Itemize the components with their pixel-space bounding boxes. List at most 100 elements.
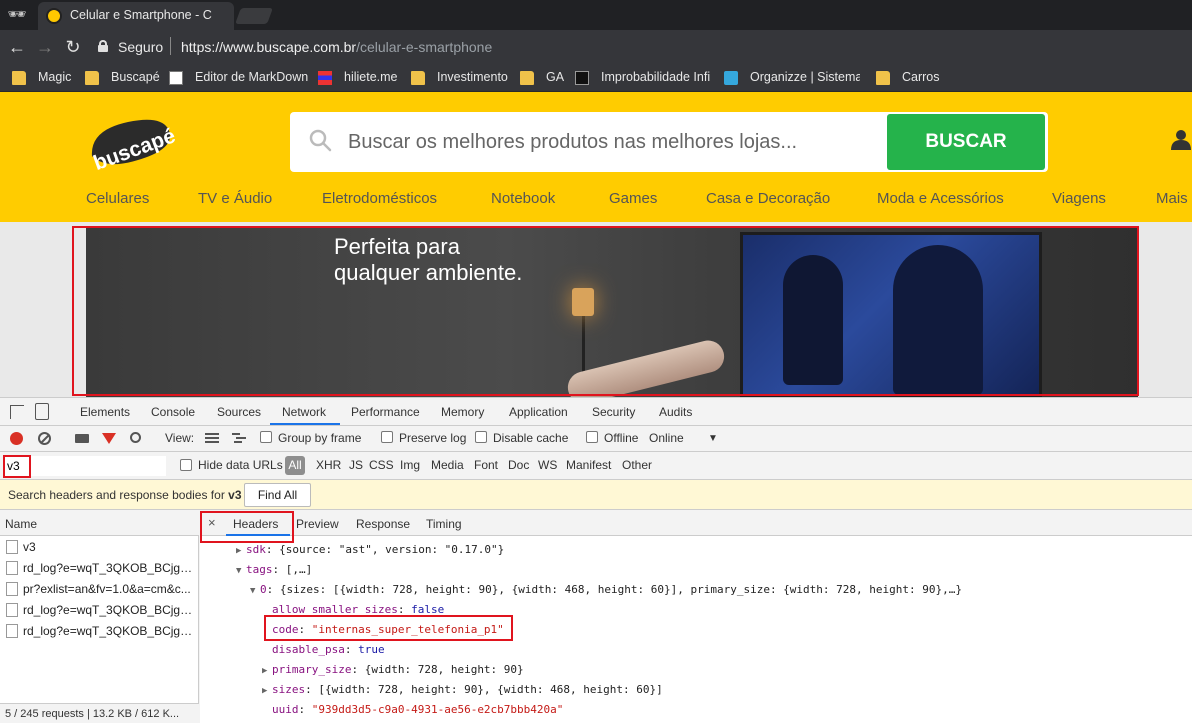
document-icon bbox=[6, 582, 18, 596]
payload-line[interactable]: ▶ sizes: [{width: 728, height: 90}, {widt… bbox=[200, 680, 1192, 700]
devtools-tabbar: Elements Console Sources Network Perform… bbox=[0, 398, 1192, 426]
type-filter-media[interactable]: Media bbox=[431, 458, 464, 472]
new-tab-button[interactable] bbox=[235, 8, 273, 24]
tab-timing[interactable]: Timing bbox=[426, 517, 462, 531]
bookmark-improbabilidade[interactable]: Improbabilidade Infi bbox=[575, 70, 710, 86]
group-by-frame-checkbox[interactable] bbox=[260, 431, 272, 443]
expanded-triangle-icon[interactable]: ▼ bbox=[236, 566, 246, 576]
browser-tab[interactable]: Celular e Smartphone - C bbox=[38, 2, 234, 30]
offline-checkbox[interactable] bbox=[586, 431, 598, 443]
bookmark-organizze[interactable]: Organizze | Sistema bbox=[724, 70, 860, 86]
filter-input[interactable] bbox=[4, 456, 166, 476]
disable-cache-checkbox[interactable] bbox=[475, 431, 487, 443]
find-all-button[interactable]: Find All bbox=[244, 483, 311, 507]
device-toolbar-icon[interactable] bbox=[35, 403, 49, 420]
search-input[interactable] bbox=[348, 122, 868, 162]
type-filter-other[interactable]: Other bbox=[622, 458, 652, 472]
payload-summary: : {sizes: [{width: 728, height: 90}, {wi… bbox=[266, 583, 962, 596]
url-text: https://www.buscape.com.br/celular-e-sma… bbox=[181, 39, 492, 55]
expanded-triangle-icon[interactable]: ▼ bbox=[250, 586, 260, 596]
type-filter-img[interactable]: Img bbox=[400, 458, 420, 472]
tab-security[interactable]: Security bbox=[592, 405, 635, 419]
request-row[interactable]: rd_log?e=wqT_3QKOB_BCjgM... bbox=[0, 621, 199, 642]
detail-tabbar: × Headers Preview Response Timing bbox=[200, 510, 1192, 536]
overview-icon[interactable] bbox=[232, 433, 246, 443]
tab-network[interactable]: Network bbox=[282, 405, 326, 419]
payload-key: allow_smaller_sizes bbox=[272, 603, 398, 616]
throttle-select[interactable]: Online bbox=[649, 431, 684, 445]
type-filter-manifest[interactable]: Manifest bbox=[566, 458, 611, 472]
preserve-log-checkbox[interactable] bbox=[381, 431, 393, 443]
type-filter-js[interactable]: JS bbox=[349, 458, 363, 472]
payload-line[interactable]: ▶ sdk: {source: "ast", version: "0.17.0"} bbox=[200, 540, 1192, 560]
tab-preview[interactable]: Preview bbox=[296, 517, 339, 531]
tab-title: Celular e Smartphone - C bbox=[70, 8, 212, 22]
buscape-logo[interactable]: buscapé bbox=[86, 116, 178, 175]
tab-application[interactable]: Application bbox=[509, 405, 568, 419]
back-icon[interactable]: ← bbox=[6, 36, 28, 58]
type-filter-all[interactable]: All bbox=[285, 456, 305, 475]
tab-memory[interactable]: Memory bbox=[441, 405, 484, 419]
category-casa-decoracao[interactable]: Casa e Decoração bbox=[706, 190, 830, 207]
type-filter-ws[interactable]: WS bbox=[538, 458, 557, 472]
payload-line[interactable]: ▼ 0: {sizes: [{width: 728, height: 90}, {… bbox=[200, 580, 1192, 600]
tab-console[interactable]: Console bbox=[151, 405, 195, 419]
collapsed-triangle-icon[interactable]: ▶ bbox=[236, 546, 246, 556]
request-row[interactable]: v3 bbox=[0, 537, 199, 558]
chevron-down-icon[interactable]: ▼ bbox=[708, 433, 718, 444]
category-games[interactable]: Games bbox=[609, 190, 657, 207]
payload-line: allow_smaller_sizes: false bbox=[200, 600, 1192, 620]
type-filter-doc[interactable]: Doc bbox=[508, 458, 529, 472]
type-filter-xhr[interactable]: XHR bbox=[316, 458, 341, 472]
ad-banner[interactable]: Perfeita para qualquer ambiente. bbox=[86, 226, 1138, 397]
filter-icon[interactable] bbox=[102, 433, 116, 444]
payload-summary: : [{width: 728, height: 90}, {width: 468… bbox=[305, 683, 663, 696]
category-viagens[interactable]: Viagens bbox=[1052, 190, 1106, 207]
collapsed-triangle-icon[interactable]: ▶ bbox=[262, 666, 272, 676]
hide-data-urls-checkbox[interactable] bbox=[180, 459, 192, 471]
tab-audits[interactable]: Audits bbox=[659, 405, 692, 419]
name-column-header[interactable]: Name bbox=[5, 517, 37, 531]
request-row[interactable]: rd_log?e=wqT_3QKOB_BCjgM... bbox=[0, 558, 199, 579]
tab-sources[interactable]: Sources bbox=[217, 405, 261, 419]
tab-response[interactable]: Response bbox=[356, 517, 410, 531]
tab-performance[interactable]: Performance bbox=[351, 405, 420, 419]
search-hint-prefix: Search headers and response bodies for bbox=[8, 488, 225, 502]
screenshot-icon[interactable] bbox=[75, 434, 89, 443]
tab-elements[interactable]: Elements bbox=[80, 405, 130, 419]
request-row[interactable]: rd_log?e=wqT_3QKOB_BCjgM... bbox=[0, 600, 199, 621]
large-rows-icon[interactable] bbox=[205, 433, 219, 443]
tab-headers[interactable]: Headers bbox=[233, 517, 278, 531]
request-row[interactable]: pr?exlist=an&fv=1.0&a=cm&c... bbox=[0, 579, 199, 600]
address-bar[interactable]: Seguro https://www.buscape.com.br/celula… bbox=[92, 34, 1192, 60]
reload-icon[interactable]: ↻ bbox=[62, 36, 84, 58]
search-hint: Search headers and response bodies for v… bbox=[8, 488, 242, 502]
hide-data-urls-label: Hide data URLs bbox=[198, 458, 283, 472]
banner-remote-image bbox=[564, 337, 728, 397]
forward-icon[interactable]: → bbox=[34, 36, 56, 58]
active-detail-tab-indicator bbox=[226, 534, 290, 536]
category-eletrodomesticos[interactable]: Eletrodomésticos bbox=[322, 190, 437, 207]
record-icon[interactable] bbox=[10, 432, 23, 445]
payload-key: sizes bbox=[272, 683, 306, 696]
category-celulares[interactable]: Celulares bbox=[86, 190, 149, 207]
payload-summary: : bbox=[298, 703, 312, 716]
payload-line[interactable]: ▶ primary_size: {width: 728, height: 90} bbox=[200, 660, 1192, 680]
category-notebook[interactable]: Notebook bbox=[491, 190, 555, 207]
category-tv-audio[interactable]: TV e Áudio bbox=[198, 190, 272, 207]
tab-strip: 🕶 Celular e Smartphone - C bbox=[0, 0, 1192, 30]
category-mais[interactable]: Mais C bbox=[1156, 190, 1192, 207]
inspect-element-icon[interactable] bbox=[10, 405, 24, 419]
category-moda-acessorios[interactable]: Moda e Acessórios bbox=[877, 190, 1004, 207]
payload-line[interactable]: ▼ tags: [,…] bbox=[200, 560, 1192, 580]
payload-summary: : bbox=[298, 623, 312, 636]
type-filter-css[interactable]: CSS bbox=[369, 458, 394, 472]
search-icon[interactable] bbox=[130, 432, 141, 443]
search-button[interactable]: BUSCAR bbox=[887, 114, 1045, 170]
payload-value: true bbox=[358, 643, 385, 656]
clear-icon[interactable] bbox=[38, 432, 51, 445]
collapsed-triangle-icon[interactable]: ▶ bbox=[262, 686, 272, 696]
close-icon[interactable]: × bbox=[208, 515, 216, 530]
type-filter-font[interactable]: Font bbox=[474, 458, 498, 472]
user-icon[interactable] bbox=[1170, 128, 1192, 150]
